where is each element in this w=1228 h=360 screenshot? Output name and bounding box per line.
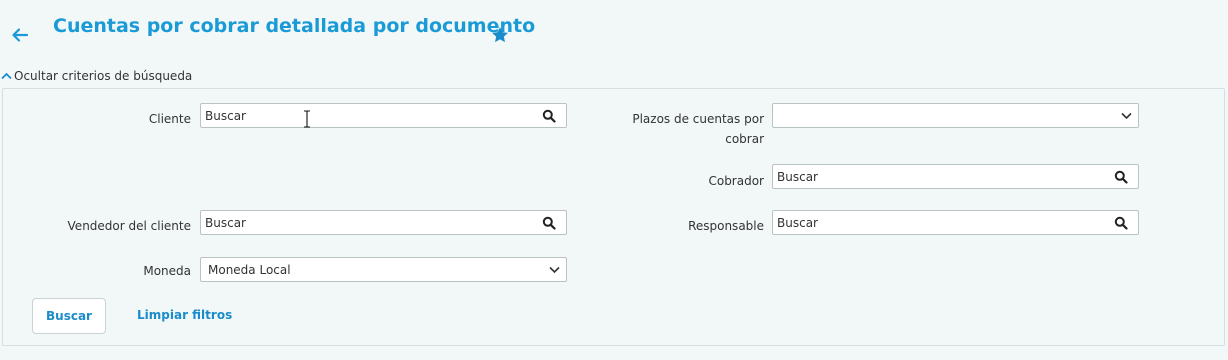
clear-filters-link[interactable]: Limpiar filtros bbox=[137, 308, 232, 322]
chevron-up-icon bbox=[1, 72, 12, 80]
moneda-label: Moneda bbox=[143, 264, 191, 278]
moneda-select-value: Moneda Local bbox=[208, 262, 291, 277]
plazos-label: Plazos de cuentas por cobrar bbox=[600, 109, 764, 149]
responsable-label: Responsable bbox=[688, 219, 764, 233]
moneda-select[interactable]: Moneda Local bbox=[200, 257, 567, 282]
vendedor-label: Vendedor del cliente bbox=[67, 219, 191, 233]
back-arrow-icon[interactable] bbox=[10, 25, 30, 45]
search-icon[interactable] bbox=[1114, 216, 1128, 230]
responsable-input-value: Buscar bbox=[777, 215, 818, 230]
chevron-down-icon bbox=[1121, 112, 1132, 119]
cobrador-search-input[interactable]: Buscar bbox=[772, 164, 1139, 189]
search-icon[interactable] bbox=[542, 216, 556, 230]
vendedor-search-input[interactable]: Buscar bbox=[200, 210, 567, 235]
search-icon[interactable] bbox=[1114, 170, 1128, 184]
search-button[interactable]: Buscar bbox=[32, 298, 106, 334]
cliente-label: Cliente bbox=[148, 112, 191, 126]
cobrador-label: Cobrador bbox=[708, 174, 764, 188]
responsable-search-input[interactable]: Buscar bbox=[772, 210, 1139, 235]
cliente-search-input[interactable]: Buscar bbox=[200, 103, 567, 128]
cobrador-input-value: Buscar bbox=[777, 169, 818, 184]
search-icon[interactable] bbox=[542, 109, 556, 123]
cliente-input-value: Buscar bbox=[205, 108, 246, 123]
plazos-label-line1: Plazos de cuentas por bbox=[632, 112, 764, 126]
plazos-select[interactable] bbox=[772, 103, 1139, 128]
vendedor-input-value: Buscar bbox=[205, 215, 246, 230]
text-cursor-icon bbox=[304, 110, 310, 128]
plazos-label-line2: cobrar bbox=[725, 132, 764, 146]
toggle-search-criteria[interactable]: Ocultar criterios de búsqueda bbox=[1, 69, 192, 83]
chevron-down-icon bbox=[549, 266, 560, 273]
page-title: Cuentas por cobrar detallada por documen… bbox=[53, 15, 536, 37]
favorite-star-icon[interactable] bbox=[490, 25, 510, 45]
toggle-label: Ocultar criterios de búsqueda bbox=[14, 69, 193, 83]
